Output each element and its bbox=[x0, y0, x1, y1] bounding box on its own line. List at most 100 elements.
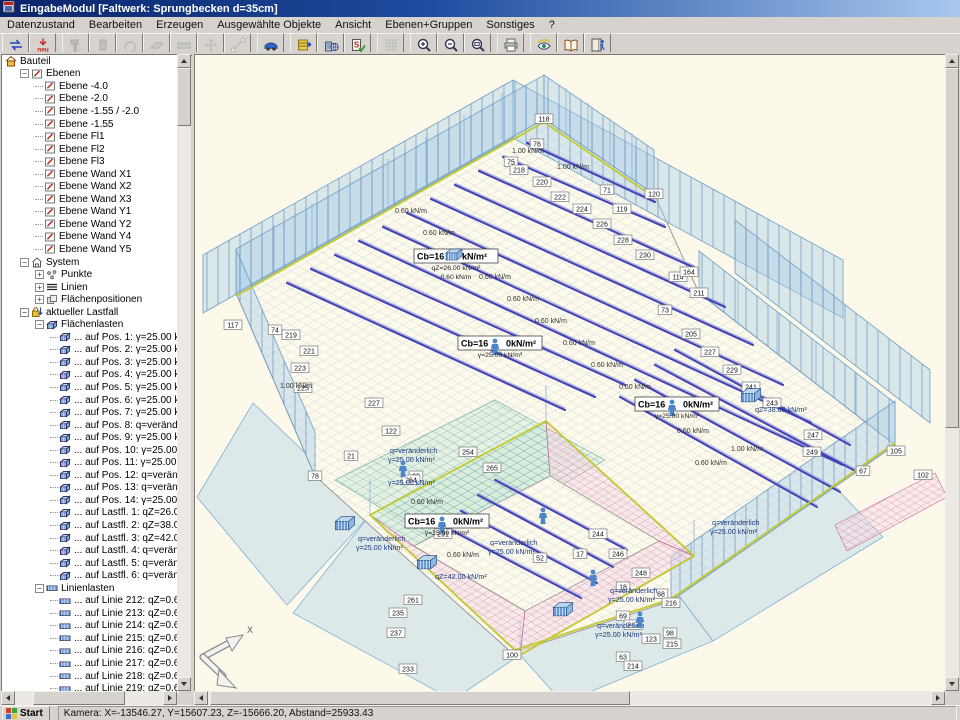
tree-horizontal-scrollbar[interactable] bbox=[1, 691, 177, 705]
tree-item[interactable]: ... auf Lastfl. 5: q=verände bbox=[2, 557, 178, 570]
view-scroll-right-button[interactable] bbox=[931, 691, 945, 705]
structure-tree[interactable]: Bauteil−EbenenEbene -4.0Ebene -2.0Ebene … bbox=[1, 54, 179, 693]
tree-item[interactable]: Ebene Wand Y2 bbox=[2, 218, 178, 231]
tree-item[interactable]: ... auf Pos. 12: q=veränder bbox=[2, 469, 178, 482]
tree-item[interactable]: ... auf Linie 217: qZ=0.60 bbox=[2, 657, 178, 670]
tree-item[interactable]: ... auf Pos. 11: γ=25.00 kN bbox=[2, 457, 178, 470]
tree-expander[interactable]: − bbox=[20, 308, 29, 317]
tree-item[interactable]: Ebene Wand Y4 bbox=[2, 231, 178, 244]
tree-expander[interactable]: − bbox=[20, 258, 29, 267]
tree-scroll-left-button[interactable] bbox=[1, 691, 15, 705]
tree-item[interactable]: ... auf Linie 216: qZ=0.60 bbox=[2, 645, 178, 658]
tree-connector bbox=[35, 124, 43, 125]
tree-item[interactable]: ... auf Linie 215: qZ=0.60 bbox=[2, 632, 178, 645]
view-hscrollbar-thumb[interactable] bbox=[210, 691, 630, 705]
tree-item[interactable]: Ebene Fl1 bbox=[2, 130, 178, 143]
tree-item[interactable]: ... auf Lastfl. 3: qZ=42.00 bbox=[2, 532, 178, 545]
menu-item--[interactable]: ? bbox=[542, 18, 562, 32]
tree-connector bbox=[50, 500, 58, 501]
title-bar[interactable]: EingabeModul [Faltwerk: Sprungbecken d=3… bbox=[0, 0, 960, 17]
tree-item[interactable]: Ebene -1.55 / -2.0 bbox=[2, 105, 178, 118]
menu-item-datenzustand[interactable]: Datenzustand bbox=[0, 18, 82, 32]
tree-item[interactable]: ... auf Lastfl. 6: q=verände bbox=[2, 569, 178, 582]
tree-item[interactable]: ... auf Pos. 2: γ=25.00 kN bbox=[2, 344, 178, 357]
tree-item[interactable]: ... auf Lastfl. 1: qZ=26.00 bbox=[2, 507, 178, 520]
node-number-label: 228 bbox=[614, 235, 632, 245]
tree-item-label: aktueller Lastfall bbox=[46, 307, 118, 318]
tree-item[interactable]: −System bbox=[2, 256, 178, 269]
tree-item[interactable]: Ebene Wand Y5 bbox=[2, 243, 178, 256]
tree-item[interactable]: Ebene Wand X3 bbox=[2, 193, 178, 206]
tree-item[interactable]: ... auf Pos. 10: γ=25.00 kN bbox=[2, 444, 178, 457]
tree-item[interactable]: +Flächenpositionen bbox=[2, 293, 178, 306]
tree-expander[interactable]: + bbox=[35, 270, 44, 279]
view-vertical-scrollbar[interactable] bbox=[945, 54, 959, 691]
tree-scroll-down-button[interactable] bbox=[177, 677, 191, 691]
tree-item[interactable]: ... auf Lastfl. 4: q=verände bbox=[2, 544, 178, 557]
tree-expander[interactable]: − bbox=[35, 584, 44, 593]
layer-icon bbox=[44, 218, 56, 230]
tree-item[interactable]: Ebene Wand X2 bbox=[2, 180, 178, 193]
tree-item[interactable]: ... auf Pos. 9: γ=25.00 kN bbox=[2, 431, 178, 444]
tree-connector bbox=[35, 249, 43, 250]
tree-item[interactable]: ... auf Linie 218: qZ=0.60 bbox=[2, 670, 178, 683]
tree-item[interactable]: ... auf Linie 214: qZ=0.60 bbox=[2, 620, 178, 633]
tree-expander[interactable]: − bbox=[20, 69, 29, 78]
tree-expander[interactable]: + bbox=[35, 295, 44, 304]
menu-item-ansicht[interactable]: Ansicht bbox=[328, 18, 378, 32]
menu-item-bearbeiten[interactable]: Bearbeiten bbox=[82, 18, 149, 32]
tree-vertical-scrollbar[interactable] bbox=[177, 54, 191, 691]
start-button[interactable]: Start bbox=[2, 706, 50, 720]
tree-item[interactable]: ... auf Pos. 8: q=veränderli bbox=[2, 419, 178, 432]
view-scrollbar-thumb[interactable] bbox=[945, 68, 959, 428]
tree-item[interactable]: Bauteil bbox=[2, 55, 178, 68]
menu-item-ebenen-gruppen[interactable]: Ebenen+Gruppen bbox=[378, 18, 479, 32]
tree-item[interactable]: ... auf Pos. 4: γ=25.00 kN bbox=[2, 369, 178, 382]
tree-item[interactable]: ... auf Pos. 6: γ=25.00 kN bbox=[2, 394, 178, 407]
zoomout-icon bbox=[443, 37, 459, 53]
view-scroll-up-button[interactable] bbox=[945, 54, 959, 68]
tree-item[interactable]: ... auf Pos. 1: γ=25.00 kN. bbox=[2, 331, 178, 344]
view-horizontal-scrollbar[interactable] bbox=[194, 691, 945, 705]
tree-scrollbar-thumb[interactable] bbox=[177, 68, 191, 126]
tree-item-label: ... auf Linie 214: qZ=0.60 bbox=[74, 620, 179, 631]
menu-item-ausgew-hlte-objekte[interactable]: Ausgewählte Objekte bbox=[210, 18, 328, 32]
tree-item[interactable]: ... auf Pos. 7: γ=25.00 kN bbox=[2, 406, 178, 419]
tree-item[interactable]: Ebene -2.0 bbox=[2, 93, 178, 106]
tree-item[interactable]: ... auf Pos. 5: γ=25.00 kN bbox=[2, 381, 178, 394]
tree-item[interactable]: ... auf Pos. 13: q=veränder bbox=[2, 482, 178, 495]
node-number-label: 98 bbox=[663, 628, 677, 638]
tree-item[interactable]: ... auf Linie 212: qZ=0.60 bbox=[2, 595, 178, 608]
tree-item[interactable]: ... auf Pos. 3: γ=25.00 kN bbox=[2, 356, 178, 369]
tree-item[interactable]: −Ebenen bbox=[2, 68, 178, 81]
menu-item-erzeugen[interactable]: Erzeugen bbox=[149, 18, 210, 32]
svg-text:68: 68 bbox=[657, 592, 665, 599]
tree-item[interactable]: Ebene -4.0 bbox=[2, 80, 178, 93]
tree-item[interactable]: − aktueller Lastfall bbox=[2, 306, 178, 319]
tree-expander[interactable]: − bbox=[35, 320, 44, 329]
tree-item[interactable]: Ebene Fl3 bbox=[2, 155, 178, 168]
view-scroll-down-button[interactable] bbox=[945, 677, 959, 691]
tree-expander[interactable]: + bbox=[35, 283, 44, 292]
tree-hscrollbar-thumb[interactable] bbox=[33, 691, 125, 705]
model-3d-viewport[interactable]: 1187675218220222224226228230711191201141… bbox=[194, 54, 946, 694]
tree-item[interactable]: Ebene Wand X1 bbox=[2, 168, 178, 181]
tree-item[interactable]: −Flächenlasten bbox=[2, 318, 178, 331]
tree-item[interactable]: +Linien bbox=[2, 281, 178, 294]
aload-icon bbox=[59, 356, 71, 368]
tree-item[interactable]: −Linienlasten bbox=[2, 582, 178, 595]
tree-scroll-right-button[interactable] bbox=[163, 691, 177, 705]
tree-item[interactable]: Ebene -1.55 bbox=[2, 118, 178, 131]
tree-scroll-up-button[interactable] bbox=[177, 54, 191, 68]
tree-item[interactable]: ... auf Linie 213: qZ=0.60 bbox=[2, 607, 178, 620]
node-number-label: 123 bbox=[642, 634, 660, 644]
menu-item-sonstiges[interactable]: Sonstiges bbox=[479, 18, 541, 32]
view-scroll-left-button[interactable] bbox=[194, 691, 208, 705]
tree-item[interactable]: +Punkte bbox=[2, 268, 178, 281]
tree-item[interactable]: Ebene Fl2 bbox=[2, 143, 178, 156]
lload-icon bbox=[59, 632, 71, 644]
tree-item[interactable]: Ebene Wand Y1 bbox=[2, 206, 178, 219]
svg-text:Cb=16: Cb=16 bbox=[638, 400, 665, 410]
tree-item[interactable]: ... auf Pos. 14: γ=25.00 kN bbox=[2, 494, 178, 507]
tree-item[interactable]: ... auf Lastfl. 2: qZ=38.00 bbox=[2, 519, 178, 532]
